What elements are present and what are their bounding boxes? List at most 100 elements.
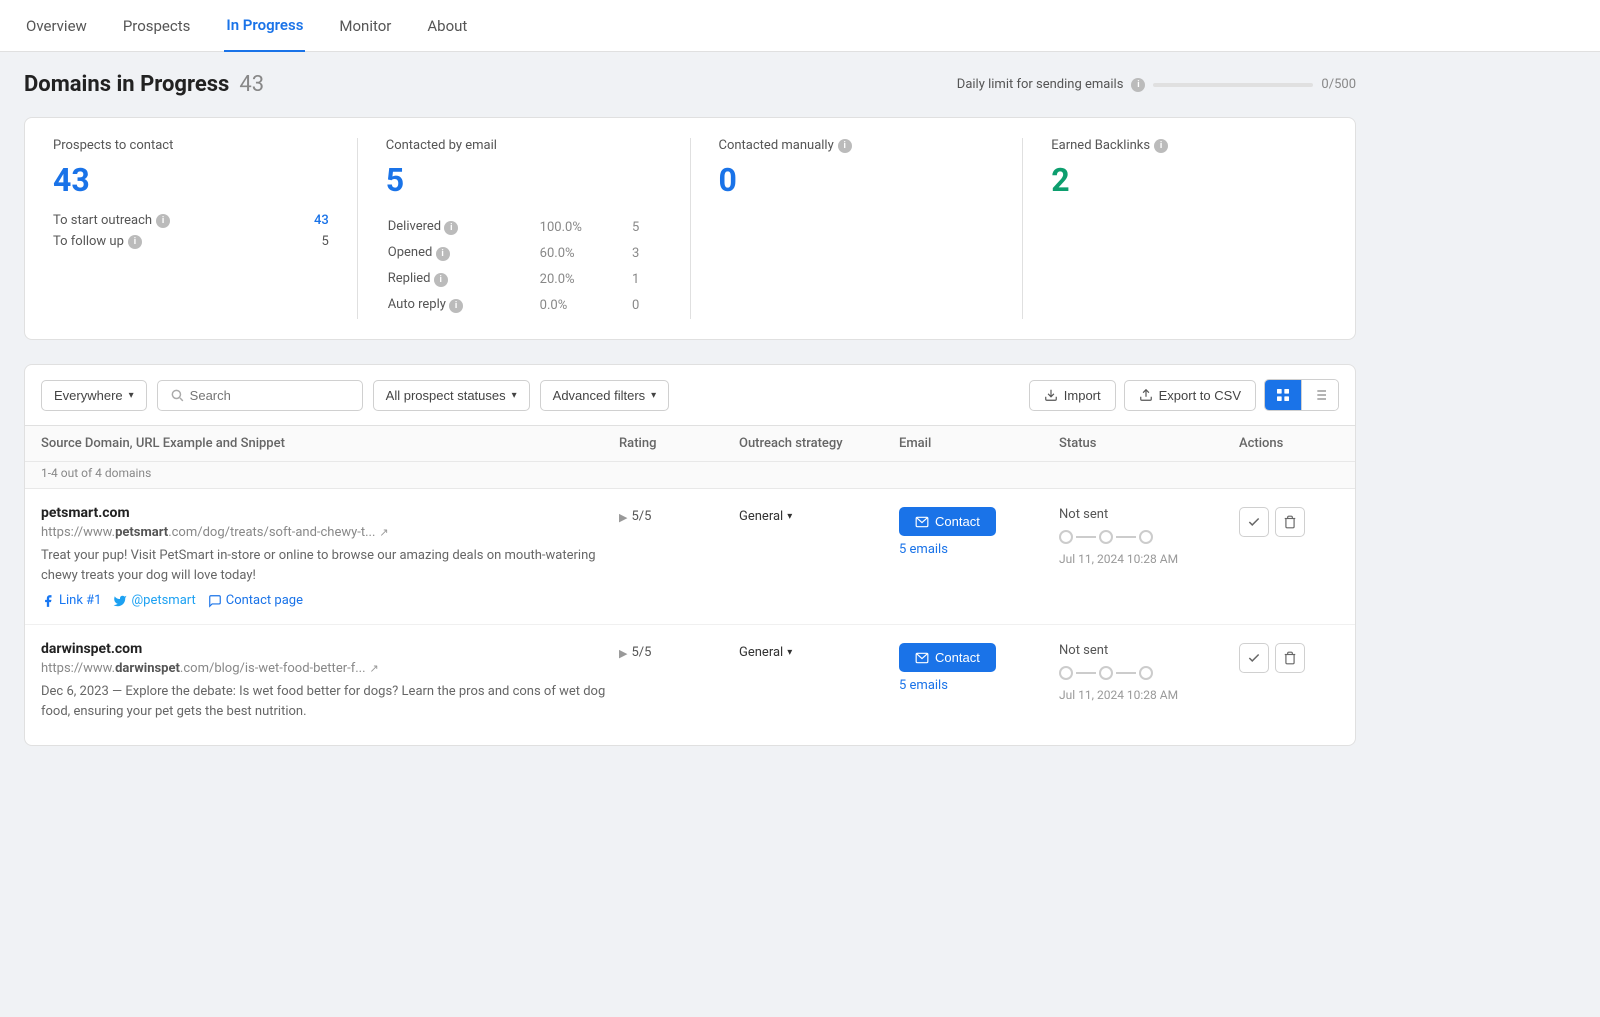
replied-info-icon[interactable]: i (434, 273, 448, 287)
stat-email-label: Contacted by email (386, 138, 662, 153)
stat-email-value: 5 (386, 161, 662, 199)
search-icon (170, 388, 184, 402)
table-row: darwinspet.com https://www.darwinspet.co… (25, 625, 1355, 745)
list-icon (1312, 387, 1328, 403)
status-filter[interactable]: All prospect statuses ▾ (373, 380, 530, 411)
progress-dot-3 (1139, 530, 1153, 544)
checkmark-icon (1247, 515, 1261, 529)
email-cell: Contact 5 emails (899, 641, 1059, 693)
backlinks-info-icon[interactable]: i (1154, 139, 1168, 153)
opened-info-icon[interactable]: i (436, 247, 450, 261)
strategy-cell: General ▾ (739, 505, 899, 524)
status-label: Not sent (1059, 643, 1239, 658)
rating-value: 5/5 (631, 509, 651, 524)
strategy-dropdown[interactable]: General ▾ (739, 645, 792, 660)
domain-cell-petsmart: petsmart.com https://www.petsmart.com/do… (41, 505, 619, 608)
advanced-chevron-icon: ▾ (651, 390, 656, 401)
daily-limit-info-icon[interactable]: i (1131, 78, 1145, 92)
progress-dot-1 (1059, 530, 1073, 544)
status-cell: Not sent Jul 11, 2024 10:28 AM (1059, 641, 1239, 702)
domain-url: https://www.petsmart.com/dog/treats/soft… (41, 525, 619, 540)
email-stat-replied: Replied i 20.0% 1 (388, 267, 660, 291)
nav-in-progress[interactable]: In Progress (224, 0, 305, 52)
table-row: petsmart.com https://www.petsmart.com/do… (25, 489, 1355, 625)
stat-prospects-value: 43 (53, 161, 329, 199)
nav-overview[interactable]: Overview (24, 0, 89, 52)
emails-count: 5 emails (899, 678, 948, 693)
top-navigation: Overview Prospects In Progress Monitor A… (0, 0, 1600, 52)
approve-button[interactable] (1239, 507, 1269, 537)
email-icon (915, 515, 929, 529)
email-stat-delivered: Delivered i 100.0% 5 (388, 215, 660, 239)
email-stat-opened: Opened i 60.0% 3 (388, 241, 660, 265)
actions-cell (1239, 641, 1339, 673)
import-button[interactable]: Import (1029, 380, 1116, 411)
approve-button[interactable] (1239, 643, 1269, 673)
table-header-row: Source Domain, URL Example and Snippet R… (25, 426, 1355, 462)
progress-line-2 (1116, 672, 1136, 674)
trash-icon (1283, 515, 1297, 529)
external-link-icon[interactable]: ↗ (370, 662, 379, 675)
domain-url: https://www.darwinspet.com/blog/is-wet-f… (41, 661, 619, 676)
table-subheader: 1-4 out of 4 domains (25, 462, 1355, 489)
daily-limit-value: 0/500 (1321, 77, 1356, 92)
facebook-icon (41, 594, 55, 608)
rating-cell: ▶ 5/5 (619, 641, 739, 660)
stat-row-follow-up: To follow up i 5 (53, 234, 329, 249)
strategy-cell: General ▾ (739, 641, 899, 660)
strategy-chevron-icon: ▾ (787, 511, 792, 522)
stat-manual-label: Contacted manually i (719, 138, 995, 153)
advanced-filters[interactable]: Advanced filters ▾ (540, 380, 670, 411)
emails-count: 5 emails (899, 542, 948, 557)
rating-value: 5/5 (631, 645, 651, 660)
checkmark-icon (1247, 651, 1261, 665)
daily-limit-bar (1153, 83, 1313, 87)
strategy-dropdown[interactable]: General ▾ (739, 509, 792, 524)
domain-name: darwinspet.com (41, 641, 619, 657)
page-title: Domains in Progress 43 (24, 72, 264, 97)
follow-up-info-icon[interactable]: i (128, 235, 142, 249)
filter-bar-right: Import Export to CSV (1029, 379, 1339, 411)
contact-page-link[interactable]: Contact page (208, 593, 303, 608)
domain-links: Link #1 @petsmart Contact page (41, 593, 619, 608)
rating-expand-icon[interactable]: ▶ (619, 511, 627, 524)
grid-icon (1275, 387, 1291, 403)
col-rating: Rating (619, 436, 739, 451)
contact-button[interactable]: Contact (899, 507, 996, 536)
nav-about[interactable]: About (425, 0, 469, 52)
export-button[interactable]: Export to CSV (1124, 380, 1256, 411)
external-link-icon[interactable]: ↗ (379, 526, 388, 539)
search-input[interactable] (190, 388, 350, 403)
stat-prospects: Prospects to contact 43 To start outreac… (25, 138, 358, 319)
col-strategy: Outreach strategy (739, 436, 899, 451)
auto-reply-info-icon[interactable]: i (449, 299, 463, 313)
location-filter[interactable]: Everywhere ▾ (41, 380, 147, 411)
facebook-link[interactable]: Link #1 (41, 593, 101, 608)
domain-name: petsmart.com (41, 505, 619, 521)
view-toggle (1264, 379, 1339, 411)
twitter-link[interactable]: @petsmart (113, 593, 195, 608)
nav-monitor[interactable]: Monitor (337, 0, 393, 52)
stat-backlinks: Earned Backlinks i 2 (1023, 138, 1355, 319)
delete-button[interactable] (1275, 643, 1305, 673)
delete-button[interactable] (1275, 507, 1305, 537)
email-icon (915, 651, 929, 665)
daily-limit-section: Daily limit for sending emails i 0/500 (957, 77, 1356, 92)
twitter-icon (113, 594, 127, 608)
grid-view-button[interactable] (1265, 380, 1302, 410)
progress-dot-2 (1099, 530, 1113, 544)
col-email: Email (899, 436, 1059, 451)
contact-button[interactable]: Contact (899, 643, 996, 672)
start-outreach-info-icon[interactable]: i (156, 214, 170, 228)
progress-line-1 (1076, 536, 1096, 538)
list-view-button[interactable] (1302, 380, 1338, 410)
manual-info-icon[interactable]: i (838, 139, 852, 153)
email-stats-table: Delivered i 100.0% 5 Opened i 60.0% 3 Re… (386, 213, 662, 319)
domain-snippet: Dec 6, 2023 — Explore the debate: Is wet… (41, 682, 619, 721)
trash-icon (1283, 651, 1297, 665)
daily-limit-label: Daily limit for sending emails (957, 77, 1124, 92)
delivered-info-icon[interactable]: i (444, 221, 458, 235)
nav-prospects[interactable]: Prospects (121, 0, 193, 52)
rating-expand-icon[interactable]: ▶ (619, 647, 627, 660)
status-cell: Not sent Jul 11, 2024 10:28 AM (1059, 505, 1239, 566)
